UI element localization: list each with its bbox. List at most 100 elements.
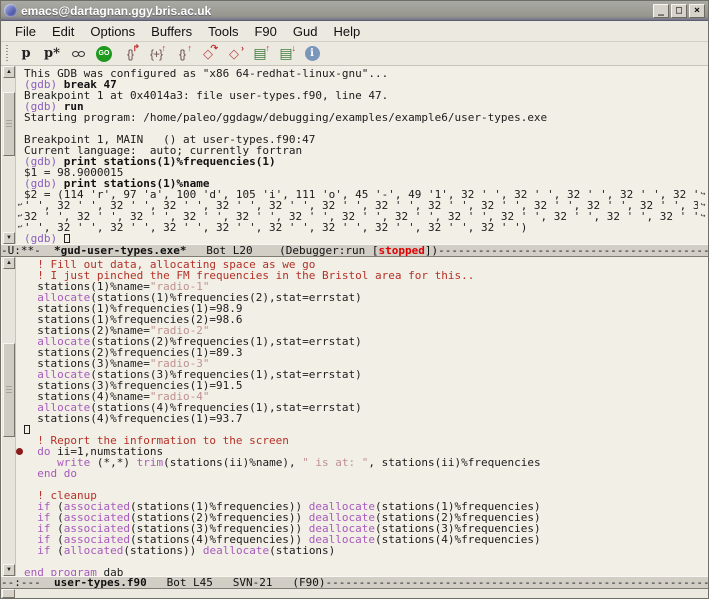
gdb-scroll-thumb[interactable] (3, 92, 15, 156)
gud-next-line-icon[interactable]: {}↱ (117, 44, 143, 64)
gud-up-frame-icon[interactable]: ▤↑ (247, 44, 273, 64)
breakpoint-icon[interactable] (16, 448, 23, 455)
line-text: if (allocated(stations)) deallocate(stat… (24, 545, 698, 556)
buffer-line: (gdb) print stations(1)%frequencies(1) (16, 156, 708, 167)
source-buffer-window[interactable]: ▲ ▼ ! Fill out data, allocating space as… (1, 257, 708, 576)
window-controls: _ □ × (653, 4, 705, 18)
gud-down-frame-icon[interactable]: ▤↓ (273, 44, 299, 64)
gud-info-icon[interactable]: i (299, 44, 325, 64)
left-fringe (16, 134, 24, 145)
buffer-line: Current language: auto; currently fortra… (16, 145, 708, 156)
buffer-line: end program dab (16, 567, 708, 576)
close-button[interactable]: × (689, 4, 705, 18)
line-text: do ii=1,numstations (24, 446, 698, 457)
source-scroll-thumb[interactable] (3, 343, 15, 437)
menu-file[interactable]: File (7, 22, 44, 41)
buffer-line: ↩' ', 32 ' ', 32 ' ', 32 ' ', 32 ' ', 32… (16, 200, 708, 211)
right-fringe (698, 545, 708, 556)
left-fringe (16, 123, 24, 134)
right-fringe (698, 534, 708, 545)
left-fringe (16, 90, 24, 101)
text-cursor (64, 234, 70, 243)
toolbar-grip[interactable] (5, 45, 9, 63)
gud-cont-icon[interactable]: ◇↷ (195, 44, 221, 64)
gud-step-line-icon[interactable]: {+}↑ (143, 44, 169, 64)
buffer-line (16, 556, 708, 567)
buffer-line: stations(2)%frequencies(1)=89.3 (16, 347, 708, 358)
gud-print-icon[interactable]: p (13, 44, 39, 64)
buffer-line: if (associated(stations(2)%frequencies))… (16, 512, 708, 523)
menu-f90[interactable]: F90 (246, 22, 284, 41)
gud-go-icon[interactable]: GO (91, 44, 117, 64)
right-fringe (698, 468, 708, 479)
line-text: ! Fill out data, allocating space as we … (24, 259, 698, 270)
left-fringe (16, 501, 24, 512)
minimize-button[interactable]: _ (653, 4, 669, 18)
menu-buffers[interactable]: Buffers (143, 22, 200, 41)
right-fringe (698, 446, 708, 457)
scroll-up-icon[interactable]: ▲ (3, 257, 15, 269)
wrap-indicator-right-icon: ↪ (698, 211, 708, 222)
gdb-scrollbar[interactable]: ▲ ▼ (1, 66, 16, 244)
line-text: stations(4)%frequencies(1)=93.7 (24, 413, 698, 424)
left-fringe (16, 292, 24, 303)
line-text: allocate(stations(3)%frequencies(1),stat… (24, 369, 698, 380)
buffer-line: end do (16, 468, 708, 479)
line-text: (gdb) break 47 (24, 79, 698, 90)
buffer-line: if (associated(stations(1)%frequencies))… (16, 501, 708, 512)
scroll-down-icon[interactable]: ▼ (3, 232, 15, 244)
gdb-modeline[interactable]: -U:**- *gud-user-types.exe* Bot L20 (Deb… (1, 244, 708, 257)
right-fringe (698, 222, 708, 233)
right-fringe (698, 303, 708, 314)
right-fringe (698, 369, 708, 380)
left-fringe (16, 391, 24, 402)
modeline-position: Bot L20 (186, 244, 279, 257)
line-text: ' ', 32 ' ', 32 ' ', 32 ' ', 32 ' ', 32 … (24, 222, 698, 233)
source-scrollbar[interactable]: ▲ ▼ (1, 257, 16, 576)
scroll-down-icon[interactable]: ▼ (3, 564, 15, 576)
source-buffer-text[interactable]: ! Fill out data, allocating space as we … (16, 257, 708, 576)
menu-edit[interactable]: Edit (44, 22, 82, 41)
scroll-up-icon[interactable]: ▲ (3, 66, 15, 78)
gud-print-deref-icon-glyph: p* (44, 46, 60, 61)
echo-area[interactable] (1, 589, 708, 598)
gdb-buffer-window[interactable]: ▲ ▼ This GDB was configured as "x86_64-r… (1, 66, 708, 244)
gud-finish-icon[interactable]: {}↑ (169, 44, 195, 64)
menu-options[interactable]: Options (82, 22, 143, 41)
right-fringe (698, 281, 708, 292)
menu-tools[interactable]: Tools (200, 22, 246, 41)
gud-print-deref-icon[interactable]: p* (39, 44, 65, 64)
modeline-flags: --:--- (1, 576, 54, 589)
left-fringe (16, 369, 24, 380)
titlebar[interactable]: emacs@dartagnan.ggy.bris.ac.uk _ □ × (1, 1, 708, 21)
left-fringe (16, 336, 24, 347)
line-text: (gdb) print stations(1)%frequencies(1) (24, 156, 698, 167)
source-modeline[interactable]: --:--- user-types.f90 Bot L45 SVN-21 (F9… (1, 576, 708, 589)
gud-watch-icon[interactable] (65, 44, 91, 64)
buffer-line: (gdb) print stations(1)%name (16, 178, 708, 189)
right-fringe (698, 134, 708, 145)
modeline-buffer-name[interactable]: *gud-user-types.exe* (54, 244, 186, 257)
buffer-line: ! I just pinched the FM frequencies in t… (16, 270, 708, 281)
menu-gud[interactable]: Gud (285, 22, 326, 41)
gdb-buffer-text[interactable]: This GDB was configured as "x86_64-redha… (16, 66, 708, 244)
modeline-flags: -U:**- (1, 244, 54, 257)
line-text (24, 123, 698, 134)
modeline-buffer-name[interactable]: user-types.f90 (54, 576, 147, 589)
left-fringe (16, 468, 24, 479)
line-text: 32 ' ', 32 ' ', 32 ' ', 32 ' ', 32 ' ', … (24, 211, 698, 222)
right-fringe (698, 523, 708, 534)
buffer-line: (gdb) (16, 233, 708, 244)
gud-until-icon[interactable]: ◇› (221, 44, 247, 64)
buffer-line: stations(3)%frequencies(1)=91.5 (16, 380, 708, 391)
right-fringe (698, 156, 708, 167)
left-fringe[interactable] (16, 446, 24, 457)
left-fringe (16, 314, 24, 325)
buffer-line: allocate(stations(2)%frequencies(1),stat… (16, 336, 708, 347)
maximize-button[interactable]: □ (671, 4, 687, 18)
left-fringe (16, 413, 24, 424)
line-text: if (associated(stations(3)%frequencies))… (24, 523, 698, 534)
menu-help[interactable]: Help (325, 22, 368, 41)
line-text: Current language: auto; currently fortra… (24, 145, 698, 156)
left-fringe (16, 347, 24, 358)
